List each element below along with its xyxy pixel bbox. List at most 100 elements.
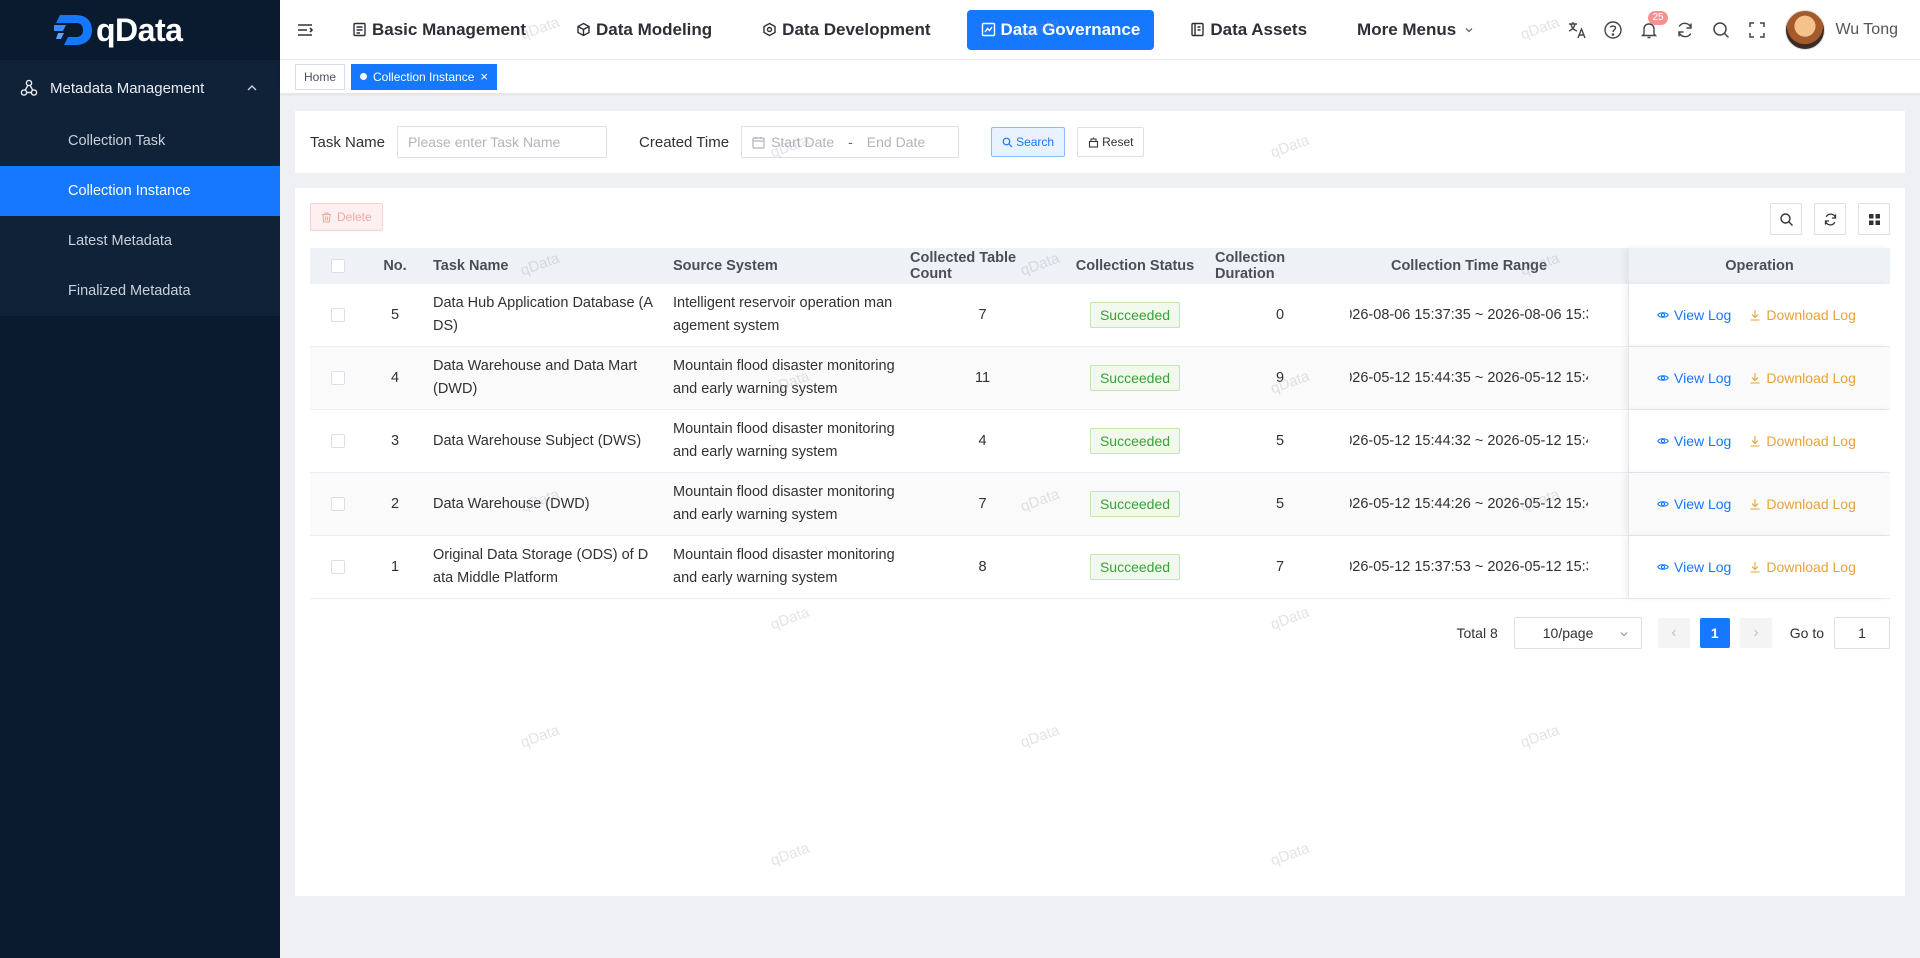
view-log-link[interactable]: View Log	[1657, 559, 1731, 575]
row-duration: 0	[1275, 307, 1285, 323]
tag-collection-instance[interactable]: Collection Instance ×	[351, 63, 497, 90]
page-size-value: 10/page	[1542, 625, 1594, 641]
download-log-link[interactable]: Download Log	[1749, 433, 1856, 449]
row-status-cell: Succeeded	[1060, 536, 1210, 598]
refresh-button[interactable]	[1814, 203, 1846, 235]
row-checkbox[interactable]	[330, 371, 345, 385]
start-date-placeholder[interactable]: Start Date	[771, 134, 834, 150]
row-status-cell: Succeeded	[1060, 347, 1210, 409]
nav-label: Data Development	[782, 19, 931, 39]
page-button-current[interactable]: 1	[1699, 618, 1730, 648]
notification-bell[interactable]: 25	[1639, 10, 1668, 40]
row-duration: 5	[1275, 496, 1285, 512]
header-time-range: Collection Time Range	[1390, 258, 1548, 274]
row-checkbox[interactable]	[330, 560, 345, 574]
row-no: 5	[390, 307, 400, 323]
menu-group-label: Metadata Management	[50, 79, 205, 97]
close-icon[interactable]: ×	[480, 69, 488, 84]
search-button[interactable]: Search	[991, 127, 1066, 157]
download-log-label: Download Log	[1766, 370, 1856, 386]
row-status-cell: Succeeded	[1060, 284, 1210, 346]
goto-page-input[interactable]: 1	[1834, 617, 1890, 649]
page-size-select[interactable]: 10/page	[1513, 617, 1642, 649]
row-task-name: Data Warehouse Subject (DWS)	[433, 432, 642, 449]
sidebar-item-finalized-metadata[interactable]: Finalized Metadata	[0, 266, 280, 316]
download-log-link[interactable]: Download Log	[1749, 307, 1856, 323]
delete-button[interactable]: Delete	[310, 203, 383, 231]
download-log-link[interactable]: Download Log	[1749, 370, 1856, 386]
logo-text: qData	[96, 11, 183, 48]
nav-more-menus[interactable]: More Menus	[1343, 10, 1488, 50]
reset-button-label: Reset	[1102, 135, 1134, 149]
header-source-system: Source System	[673, 258, 778, 274]
row-time-range: 2026-05-12 15:44:32 ~ 2026-05-12 15:44	[1350, 433, 1588, 449]
reset-button[interactable]: Reset	[1077, 127, 1145, 157]
nav-label: Data Assets	[1210, 19, 1308, 39]
top-header: Basic Management Data Modeling Data Deve…	[280, 0, 1920, 60]
prev-page-button[interactable]	[1657, 618, 1690, 648]
row-checkbox-cell	[310, 473, 365, 535]
menu-fold-icon[interactable]	[296, 21, 314, 39]
view-log-link[interactable]: View Log	[1657, 496, 1731, 512]
nav-data-governance[interactable]: Data Governance	[966, 9, 1155, 50]
table-row[interactable]: 2 Data Warehouse (DWD) Mountain flood disa…	[310, 473, 1890, 536]
avatar[interactable]	[1785, 9, 1826, 50]
columns-button[interactable]	[1858, 203, 1890, 235]
view-log-link[interactable]: View Log	[1657, 433, 1731, 449]
row-no: 1	[390, 559, 400, 575]
table-row[interactable]: 1 Original Data Storage (ODS) of Data Mid…	[310, 536, 1890, 599]
nav-data-development[interactable]: Data Development	[748, 10, 944, 50]
help-icon[interactable]	[1603, 20, 1623, 40]
download-log-link[interactable]: Download Log	[1749, 559, 1856, 575]
select-all-checkbox[interactable]	[330, 259, 345, 273]
submenu: Collection Task Collection Instance Late…	[0, 116, 280, 316]
refresh-icon[interactable]	[1675, 20, 1695, 40]
chevron-left-icon	[1671, 629, 1676, 637]
task-name-input[interactable]	[397, 126, 608, 158]
created-time-range-picker[interactable]: Start Date - End Date	[741, 126, 960, 158]
username[interactable]: Wu Tong	[1835, 21, 1898, 39]
row-checkbox[interactable]	[330, 434, 345, 448]
next-page-button[interactable]	[1739, 618, 1772, 648]
nav-basic-management[interactable]: Basic Management	[338, 10, 540, 50]
row-collected-count: 11	[974, 370, 991, 386]
tag-home[interactable]: Home	[295, 63, 346, 90]
search-icon[interactable]	[1711, 20, 1731, 40]
sidebar-item-collection-task[interactable]: Collection Task	[0, 116, 280, 166]
menu-group-metadata-management[interactable]: Metadata Management	[0, 60, 280, 116]
active-dot-icon	[360, 73, 368, 80]
trash-icon	[322, 211, 331, 223]
nav-data-assets[interactable]: Data Assets	[1176, 10, 1321, 50]
logo[interactable]: qData	[0, 0, 280, 60]
delete-button-label: Delete	[337, 210, 372, 224]
nav-label: Data Governance	[1000, 19, 1141, 39]
nav-data-modeling[interactable]: Data Modeling	[562, 10, 726, 50]
total-count: Total 8	[1456, 625, 1498, 641]
table-row[interactable]: 5 Data Hub Application Database (ADS) Inte…	[310, 284, 1890, 347]
row-checkbox[interactable]	[330, 308, 345, 322]
end-date-placeholder[interactable]: End Date	[867, 134, 925, 150]
row-no: 4	[390, 370, 400, 386]
sidebar-item-latest-metadata[interactable]: Latest Metadata	[0, 216, 280, 266]
header-no: No.	[383, 258, 407, 274]
translate-icon[interactable]	[1567, 20, 1587, 40]
grid-doc-icon	[353, 22, 366, 37]
row-checkbox-cell	[310, 536, 365, 598]
view-log-link[interactable]: View Log	[1657, 370, 1731, 386]
nav-label: Data Modeling	[596, 19, 713, 39]
header-duration: Collection Duration	[1215, 250, 1286, 282]
search-icon	[1002, 137, 1013, 147]
table-row[interactable]: 4 Data Warehouse and Data Mart (DWD) Mount…	[310, 347, 1890, 410]
fullscreen-icon[interactable]	[1747, 20, 1767, 40]
range-separator: -	[848, 134, 853, 150]
grid-icon	[1868, 213, 1880, 225]
view-log-label: View Log	[1674, 433, 1732, 449]
toggle-search-button[interactable]	[1770, 203, 1802, 235]
row-checkbox[interactable]	[330, 497, 345, 511]
download-log-link[interactable]: Download Log	[1749, 496, 1856, 512]
table-row[interactable]: 3 Data Warehouse Subject (DWS) Mountain fl…	[310, 410, 1890, 473]
sidebar-item-collection-instance[interactable]: Collection Instance	[0, 166, 280, 216]
view-log-link[interactable]: View Log	[1657, 307, 1731, 323]
download-icon	[1750, 436, 1760, 447]
assets-icon	[1191, 22, 1205, 37]
